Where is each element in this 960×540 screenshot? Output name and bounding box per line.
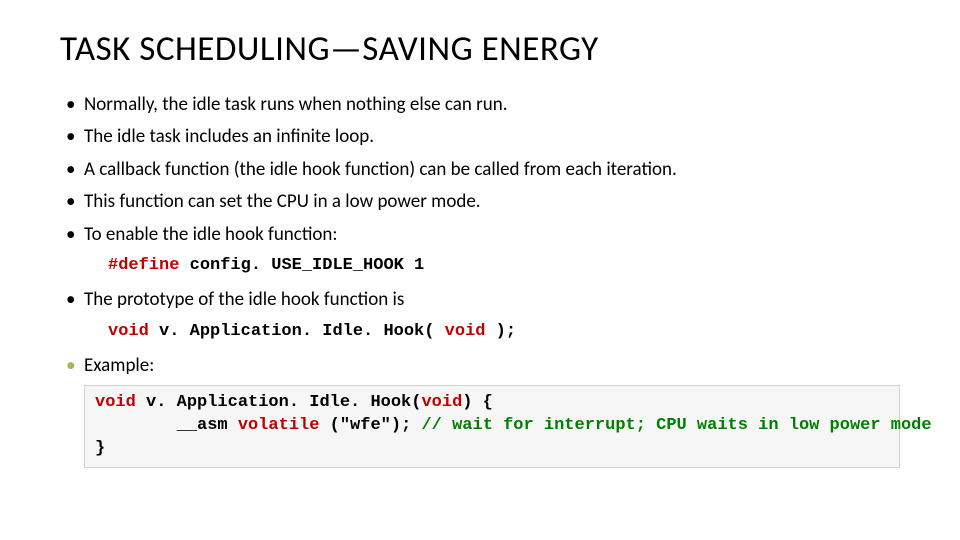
code-text: v. Application. Idle. Hook( [136,393,422,412]
bullet-text: A callback function (the idle hook funct… [84,158,677,181]
bullet-item: To enable the idle hook function: #defin… [60,220,900,280]
code-keyword: volatile [238,416,320,435]
code-keyword: void [421,393,462,412]
bullet-text: Example: [84,354,154,377]
code-example-block: void v. Application. Idle. Hook(void) { … [84,385,900,468]
code-keyword: #define [108,256,179,275]
code-prototype: void v. Application. Idle. Hook( void ); [84,318,900,345]
code-text: __asm [95,416,238,435]
bullet-item: The idle task includes an infinite loop. [60,122,900,152]
bullet-item-example: Example: [60,351,900,381]
bullet-item: Normally, the idle task runs when nothin… [60,90,900,120]
code-text: config. USE_IDLE_HOOK 1 [179,256,424,275]
bullet-list: Normally, the idle task runs when nothin… [60,90,900,381]
bullet-text: The prototype of the idle hook function … [84,288,404,311]
bullet-text: Normally, the idle task runs when nothin… [84,93,508,116]
bullet-item: The prototype of the idle hook function … [60,285,900,345]
slide: TASK SCHEDULING—SAVING ENERGY Normally, … [0,0,960,498]
code-define: #define config. USE_IDLE_HOOK 1 [84,252,900,279]
bullet-text: To enable the idle hook function: [84,223,338,246]
code-comment: // wait for interrupt; CPU waits in low … [421,416,931,435]
code-keyword: void [95,393,136,412]
code-keyword: void [445,322,486,341]
bullet-item: This function can set the CPU in a low p… [60,187,900,217]
code-text: v. Application. Idle. Hook( [149,322,445,341]
code-text: ); [485,322,516,341]
bullet-text: The idle task includes an infinite loop. [84,125,374,148]
bullet-text: This function can set the CPU in a low p… [84,190,481,213]
code-keyword: void [108,322,149,341]
code-text: ("wfe"); [319,416,421,435]
bullet-item: A callback function (the idle hook funct… [60,155,900,185]
code-text: ) { [462,393,493,412]
slide-title: TASK SCHEDULING—SAVING ENERGY [60,28,900,70]
code-text: } [95,439,105,458]
